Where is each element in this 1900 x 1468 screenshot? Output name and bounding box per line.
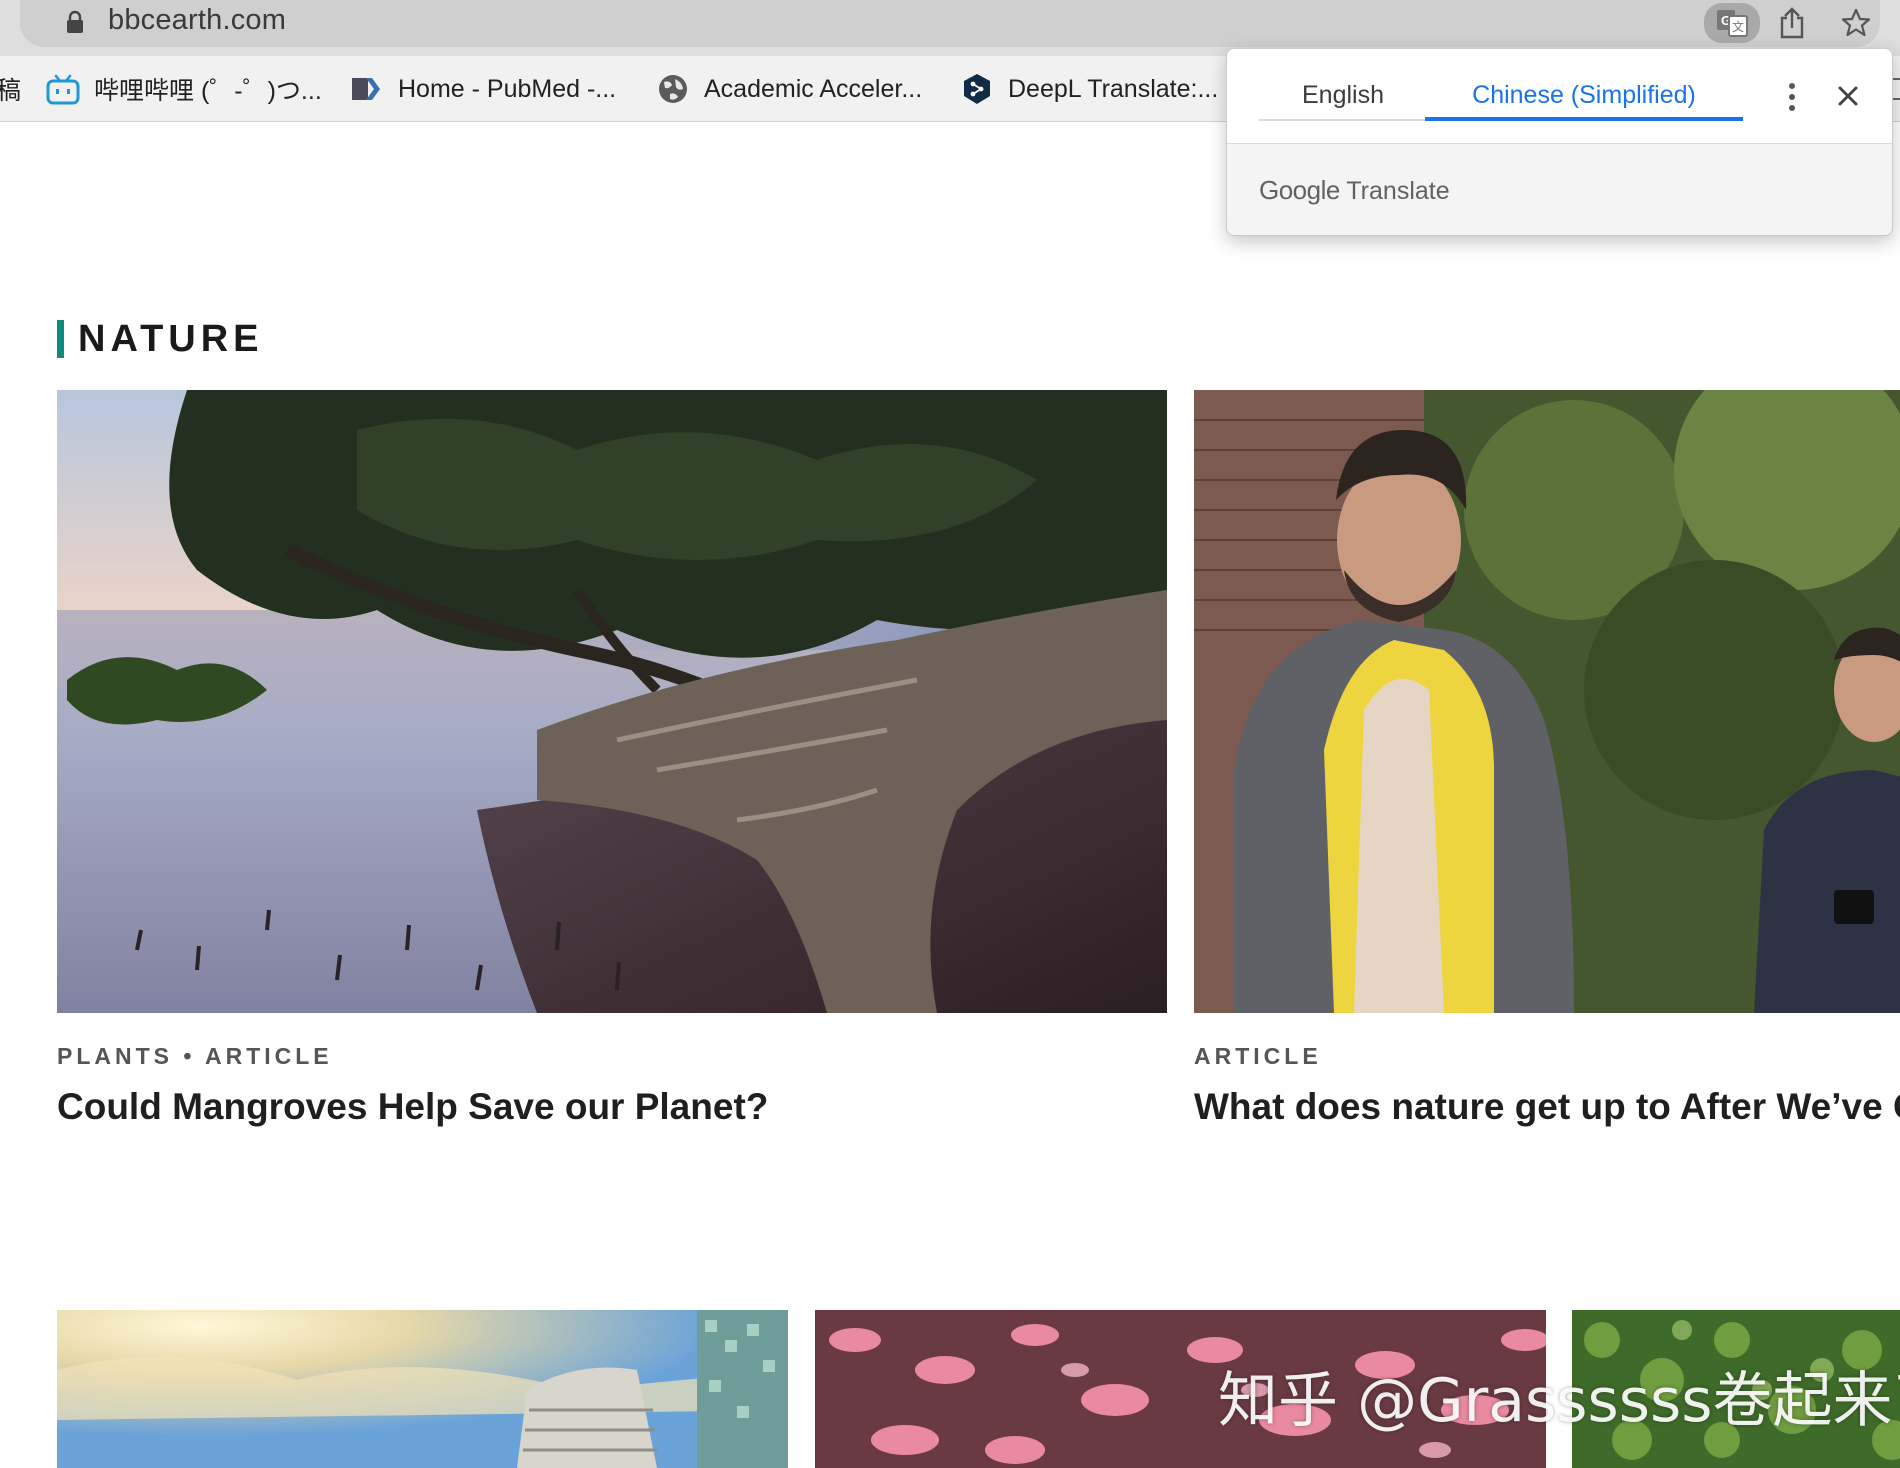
building-photo bbox=[57, 1310, 788, 1468]
bookmark-label: Home - PubMed -... bbox=[398, 74, 617, 103]
page: bbcearth.com G 文 稿 哔哩哔哩 (゜-゜)つ... Home -… bbox=[0, 0, 1900, 1468]
translate-page-button[interactable]: G 文 bbox=[1704, 3, 1760, 43]
card-title-link[interactable]: Could Mangroves Help Save our Planet? bbox=[57, 1086, 768, 1128]
share-icon bbox=[1780, 7, 1804, 39]
tab-english[interactable]: English bbox=[1259, 73, 1427, 121]
card-title-link[interactable]: What does nature get up to After We’ve G… bbox=[1194, 1086, 1900, 1128]
bookmark-label: DeepL Translate:... bbox=[1008, 74, 1219, 103]
mangrove-photo bbox=[57, 390, 1167, 1013]
bilibili-icon bbox=[46, 74, 80, 105]
card-image-presenter[interactable] bbox=[1194, 390, 1900, 1013]
star-icon bbox=[1841, 8, 1871, 37]
pubmed-icon bbox=[352, 78, 380, 100]
more-options-icon[interactable] bbox=[1777, 79, 1807, 115]
section-heading: NATURE bbox=[57, 320, 264, 358]
globe-icon bbox=[659, 75, 687, 103]
bookmark-label: 稿 bbox=[0, 77, 22, 105]
deepl-icon bbox=[964, 74, 990, 104]
tab-chinese-simplified[interactable]: Chinese (Simplified) bbox=[1425, 73, 1743, 121]
translate-icon: G 文 bbox=[1717, 10, 1748, 37]
url-text[interactable]: bbcearth.com bbox=[108, 4, 286, 37]
close-icon[interactable] bbox=[1831, 79, 1865, 113]
bookmark-pubmed[interactable]: Home - PubMed -... bbox=[350, 56, 616, 122]
translate-popup-header: English Chinese (Simplified) bbox=[1227, 49, 1892, 144]
share-button[interactable] bbox=[1770, 3, 1814, 43]
bookmark-label: 哔哩哔哩 (゜-゜)つ... bbox=[94, 77, 322, 105]
google-translate-brand: Google Translate bbox=[1259, 175, 1450, 206]
watermark: 知乎 @Grassssss卷起来了 bbox=[1218, 1366, 1900, 1436]
bookmark-bilibili[interactable]: 哔哩哔哩 (゜-゜)つ... bbox=[46, 56, 322, 122]
bookmark-label: Academic Acceler... bbox=[704, 74, 923, 103]
bookmark-partial[interactable]: 稿 bbox=[0, 56, 21, 122]
bookmark-academic[interactable]: Academic Acceler... bbox=[656, 56, 922, 122]
card-kicker: ARTICLE bbox=[1194, 1043, 1322, 1069]
address-bar[interactable]: bbcearth.com bbox=[20, 0, 1880, 47]
presenter-photo bbox=[1194, 390, 1900, 1013]
bookmark-star-button[interactable] bbox=[1834, 3, 1878, 43]
bookmark-deepl[interactable]: DeepL Translate:... bbox=[960, 56, 1218, 122]
svg-text:文: 文 bbox=[1732, 19, 1744, 34]
card-kicker: PLANTS • ARTICLE bbox=[57, 1043, 333, 1069]
card-image-building[interactable] bbox=[57, 1310, 788, 1468]
lock-icon bbox=[67, 10, 83, 33]
card-image-mangroves[interactable] bbox=[57, 390, 1167, 1013]
translate-popup: English Chinese (Simplified) Google Tran… bbox=[1226, 48, 1893, 236]
brand-google: Google bbox=[1259, 175, 1340, 205]
brand-translate: Translate bbox=[1346, 177, 1450, 205]
